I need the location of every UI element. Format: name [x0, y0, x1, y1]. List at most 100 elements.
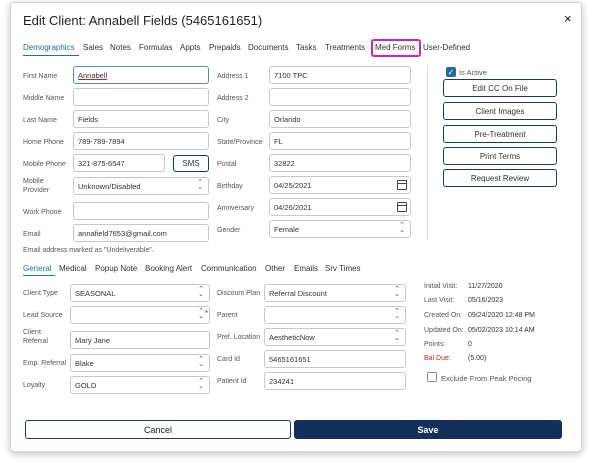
discount-plan-value: Referral Discount	[269, 288, 327, 298]
is-active-label: Is Active	[459, 68, 487, 77]
patient-id-field[interactable]: 234241	[264, 372, 406, 390]
subtab-popup-note[interactable]: Popup Note	[95, 264, 137, 273]
client-type-select[interactable]: SEASONAL ⌃ ⌄	[70, 284, 210, 302]
subtab-emails[interactable]: Emails	[294, 264, 318, 273]
is-active-checkbox[interactable]: ✓	[446, 67, 456, 77]
tab-treatments[interactable]: Treatments	[325, 43, 365, 52]
print-terms-button[interactable]: Print Terms	[443, 147, 557, 165]
tab-appts[interactable]: Appts	[180, 43, 200, 52]
chevron-updown-icon: ⌃ ⌄	[198, 308, 204, 320]
subtab-other[interactable]: Other	[265, 264, 285, 273]
emp-referral-select[interactable]: Blake ⌃ ⌄	[70, 354, 210, 372]
city-label: City	[217, 117, 230, 124]
last-name-label: Last Name	[23, 117, 57, 124]
tab-user-defined[interactable]: User-Defined	[423, 43, 470, 52]
calendar-icon[interactable]	[397, 202, 407, 212]
subtab-communication[interactable]: Communication	[201, 264, 257, 273]
updated-on-label: Updated On:	[424, 327, 464, 334]
dialog-title: Edit Client: Annabell Fields (5465161651…	[23, 13, 263, 28]
loyalty-value: GOLD	[75, 380, 97, 390]
med-forms-highlight	[371, 39, 421, 57]
subtab-general[interactable]: General	[23, 264, 51, 273]
initial-visit-value: 11/27/2020	[468, 283, 503, 290]
gender-select[interactable]: Female ⌃ ⌄	[269, 220, 411, 238]
last-name-field[interactable]: Fields	[73, 110, 209, 128]
request-review-button[interactable]: Request Review	[443, 169, 557, 187]
anniversary-field[interactable]: 04/26/2021	[269, 198, 411, 216]
sms-button[interactable]: SMS	[173, 155, 209, 172]
created-on-label: Created On:	[424, 312, 463, 319]
tab-notes[interactable]: Notes	[110, 43, 131, 52]
tab-formulas[interactable]: Formulas	[139, 43, 172, 52]
discount-plan-label: Discount Plan	[217, 290, 261, 297]
pref-location-value: AestheticNow	[269, 332, 315, 342]
exclude-peak-pricing-checkbox[interactable]	[427, 372, 437, 382]
points-value: 0	[468, 341, 472, 348]
subtab-medical[interactable]: Medical	[59, 264, 87, 273]
email-field[interactable]: annafield7653@gmail.com	[73, 224, 209, 242]
first-name-label: First Name	[23, 73, 58, 80]
address1-field[interactable]: 7100 TPC	[269, 66, 411, 84]
email-undeliverable-note: Email address marked as "Undeliverable".	[23, 247, 154, 254]
state-field[interactable]: FL	[269, 132, 411, 150]
mobile-phone-field[interactable]: 321-875-6547	[73, 154, 165, 172]
mobile-provider-select[interactable]: Unknown/Disabled ⌃ ⌄	[73, 177, 209, 195]
anniversary-value: 04/26/2021	[274, 202, 312, 212]
chevron-updown-icon: ⌃ ⌄	[394, 286, 400, 298]
work-phone-field[interactable]	[73, 202, 209, 220]
initial-visit-label: Initial Visit:	[424, 283, 458, 290]
bal-due-value: (5.00)	[468, 355, 487, 362]
parent-select[interactable]: ⌃ ⌄	[264, 306, 406, 324]
client-referral-label: Client Referral	[23, 329, 48, 345]
pref-location-select[interactable]: AestheticNow ⌃ ⌄	[264, 328, 406, 346]
address1-label: Address 1	[217, 73, 249, 80]
mobile-provider-label: Mobile Provider	[23, 178, 50, 194]
card-id-field[interactable]: 5465161651	[264, 350, 406, 368]
gender-label: Gender	[217, 227, 241, 234]
client-referral-field[interactable]: Mary Jane	[70, 331, 210, 349]
home-phone-field[interactable]: 789-789-7894	[73, 132, 209, 150]
loyalty-select[interactable]: GOLD ⌃ ⌄	[70, 376, 210, 394]
discount-plan-select[interactable]: Referral Discount ⌃ ⌄	[264, 284, 406, 302]
work-phone-label: Work Phone	[23, 209, 62, 216]
emp-referral-value: Blake	[75, 358, 94, 368]
first-name-field[interactable]: Annabell	[73, 66, 209, 84]
patient-id-label: Patient Id	[217, 378, 247, 385]
chevron-updown-icon: ⌃ ⌄	[198, 286, 204, 298]
city-field[interactable]: Orlando	[269, 110, 411, 128]
lead-source-select[interactable]: ⌃ ⌄	[70, 306, 210, 324]
exclude-peak-pricing-label: Exclude From Peak Pricing	[441, 374, 532, 383]
postal-label: Postal	[217, 161, 237, 168]
address2-field[interactable]	[269, 88, 411, 106]
email-label: Email	[23, 231, 41, 238]
state-label: State/Province	[217, 139, 263, 146]
tab-tasks[interactable]: Tasks	[296, 43, 316, 52]
middle-name-field[interactable]	[73, 88, 209, 106]
tab-sales[interactable]: Sales	[83, 43, 103, 52]
chevron-updown-icon: ⌃ ⌄	[198, 378, 204, 390]
loyalty-label: Loyalty	[23, 382, 46, 389]
anniversary-label: Anniversary	[217, 205, 254, 212]
pre-treatment-button[interactable]: Pre-Treatment	[443, 125, 557, 143]
close-icon[interactable]: ×	[564, 11, 572, 26]
subtab-booking-alert[interactable]: Booking Alert	[145, 264, 192, 273]
active-subtab-underline	[23, 275, 55, 276]
calendar-icon[interactable]	[397, 180, 407, 190]
tab-documents[interactable]: Documents	[248, 43, 288, 52]
edit-cc-on-file-button[interactable]: Edit CC On File	[443, 79, 557, 97]
tab-demographics[interactable]: Demographics	[23, 43, 75, 52]
card-id-label: Card Id	[217, 356, 240, 363]
edit-client-dialog: Edit Client: Annabell Fields (5465161651…	[10, 2, 582, 452]
postal-field[interactable]: 32822	[269, 154, 411, 172]
birthday-field[interactable]: 04/25/2021	[269, 176, 411, 194]
emp-referral-label: Emp. Referral	[23, 360, 67, 367]
tab-prepaids[interactable]: Prepaids	[209, 43, 241, 52]
subtab-srv-times[interactable]: Srv Times	[325, 264, 361, 273]
client-images-button[interactable]: Client Images	[443, 102, 557, 120]
cancel-button[interactable]: Cancel	[25, 420, 291, 439]
created-on-value: 09/24/2020 12:48 PM	[468, 312, 535, 319]
middle-name-label: Middle Name	[23, 95, 65, 102]
chevron-updown-icon: ⌃ ⌄	[394, 330, 400, 342]
save-button[interactable]: Save	[294, 420, 562, 439]
active-tab-underline	[23, 55, 79, 56]
